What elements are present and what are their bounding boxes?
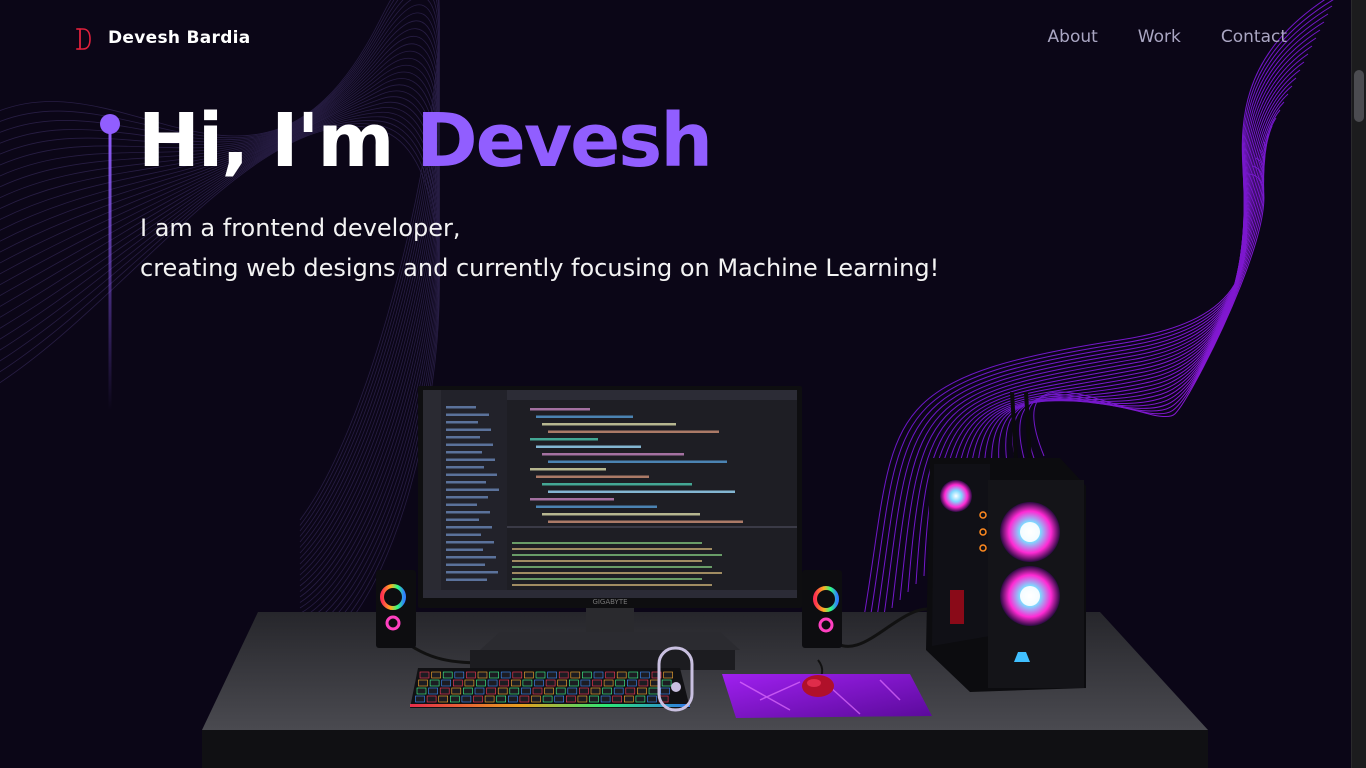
brand-name[interactable]: Devesh Bardia [108, 28, 251, 48]
monitor-brand: GIGABYTE [592, 598, 627, 606]
right-speaker [802, 570, 842, 648]
hero-subtitle: I am a frontend developer, creating web … [140, 208, 939, 288]
hero-accent-line [100, 114, 120, 410]
nav-links: About Work Contact [1048, 27, 1287, 47]
top-navbar: Devesh Bardia About Work Contact [0, 0, 1351, 78]
hero-heading: Hi, I'm Devesh [138, 104, 713, 178]
page-scrollbar[interactable] [1351, 0, 1366, 768]
nav-link-about[interactable]: About [1048, 27, 1098, 47]
desk-front [202, 730, 1208, 768]
hero-greeting: Hi, I'm [138, 98, 417, 184]
left-speaker [376, 570, 416, 648]
pc-tower [926, 391, 1086, 692]
hero-subtitle-line-2: creating web designs and currently focus… [140, 254, 940, 282]
nav-link-contact[interactable]: Contact [1221, 27, 1287, 47]
d-monogram-icon[interactable] [74, 27, 92, 51]
scrollbar-thumb[interactable] [1354, 70, 1364, 122]
nav-link-work[interactable]: Work [1138, 27, 1181, 47]
desk-setup-3d-scene[interactable]: GIGABYTE [0, 370, 1351, 768]
hero-name: Devesh [416, 98, 713, 184]
hero-subtitle-line-1: I am a frontend developer, [140, 214, 461, 242]
